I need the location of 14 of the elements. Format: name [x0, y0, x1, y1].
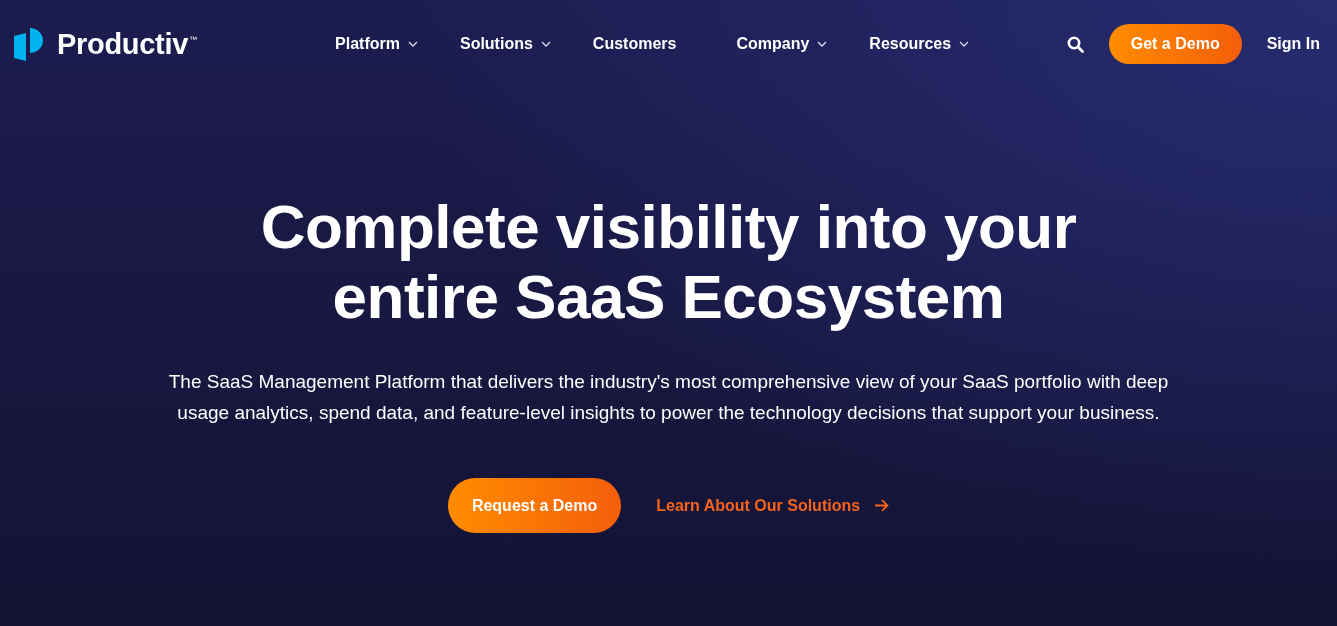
hero-description: The SaaS Management Platform that delivers the industry's most comprehensive view of your SaaS portfolio with deep usage analytics, spend data, and feature-level insights to power the technology decisions that support your business. [167, 370, 1170, 425]
solutions-link[interactable]: Learn About Our Solutions [656, 496, 890, 515]
nav-link[interactable]: Customers [592, 34, 677, 54]
search-icon[interactable] [1066, 35, 1084, 53]
nav-link[interactable]: Resources [869, 34, 970, 54]
logo-wordmark[interactable]: Productiv [57, 27, 189, 61]
arrow-right-icon [874, 499, 890, 512]
trademark-symbol: ™ [189, 35, 198, 44]
logo-icon [14, 27, 43, 61]
nav-link[interactable]: Platform [335, 34, 418, 54]
sign-in-link[interactable]: Sign In [1266, 35, 1320, 53]
hero-headline: Complete visibility into your entire SaaS Ecosystem [259, 192, 1078, 332]
nav-link[interactable]: Solutions [459, 34, 551, 54]
nav-link[interactable]: Company [736, 34, 828, 54]
